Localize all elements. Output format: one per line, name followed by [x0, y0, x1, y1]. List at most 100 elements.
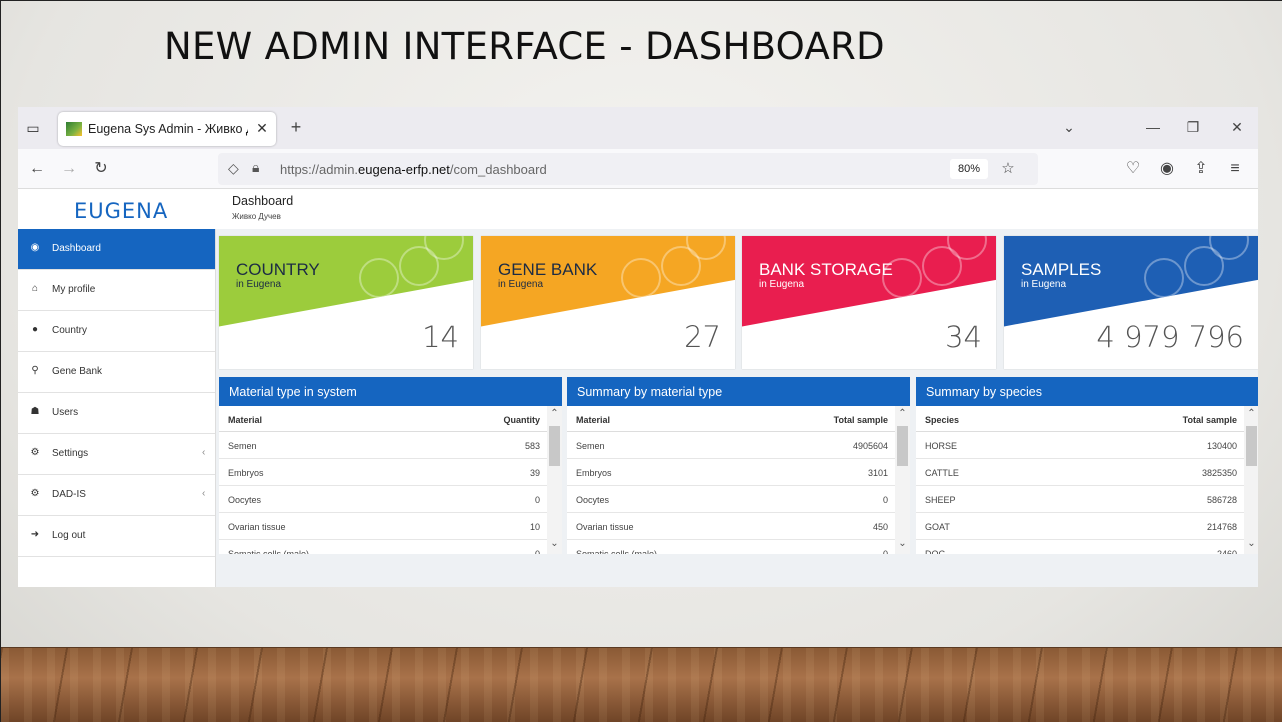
sidebar-item-label: Users: [52, 407, 79, 418]
scrollbar[interactable]: ⌃ ⌄: [547, 406, 562, 554]
chevron-down-icon[interactable]: ⌄: [1058, 117, 1080, 137]
stat-card-bank-storage[interactable]: BANK STORAGE in Eugena 34: [742, 236, 996, 369]
browser-window: ▭ Eugena Sys Admin - Живко Ду ✕ + ⌄ — ❐ …: [18, 107, 1258, 587]
zoom-level[interactable]: 80%: [950, 159, 988, 179]
table-cell: Semen: [228, 441, 257, 451]
table-body[interactable]: Material Quantity Semen 583 Embryos 39 Oocytes…: [219, 406, 562, 554]
chevron-up-icon[interactable]: ⌃: [1244, 408, 1258, 422]
table-body[interactable]: Species Total sample HORSE 130400 CATTLE 3825…: [916, 406, 1258, 554]
table-row[interactable]: GOAT 214768: [916, 513, 1258, 540]
table-cell: Oocytes: [576, 495, 610, 505]
table-cell: 10: [529, 522, 540, 532]
stat-card-gene-bank[interactable]: GENE BANK in Eugena 27: [481, 236, 735, 369]
column-header[interactable]: Total sample: [1183, 415, 1237, 425]
column-header[interactable]: Species: [925, 415, 959, 425]
gears-icon: ⚙: [30, 488, 40, 499]
close-window-icon[interactable]: ✕: [1226, 117, 1248, 137]
column-header[interactable]: Total sample: [834, 415, 888, 425]
forward-icon[interactable]: →: [58, 158, 80, 180]
logout-icon: ➜: [30, 529, 40, 540]
table-row[interactable]: Oocytes 0: [219, 486, 562, 513]
scroll-thumb[interactable]: [549, 426, 560, 466]
new-tab-icon[interactable]: +: [286, 117, 306, 137]
card-value: 14: [422, 320, 459, 354]
table-row[interactable]: Embryos 3101: [567, 459, 910, 486]
reload-icon[interactable]: ↻: [90, 158, 112, 180]
table-cell: Oocytes: [228, 495, 262, 505]
sidebar-item-gene-bank[interactable]: ⚲ Gene Bank: [18, 352, 215, 393]
chevron-down-icon[interactable]: ⌄: [1244, 538, 1258, 552]
chevron-down-icon[interactable]: ⌄: [895, 538, 910, 552]
table-row[interactable]: HORSE 130400: [916, 432, 1258, 459]
tab-title: Eugena Sys Admin - Живко Ду: [88, 122, 248, 136]
stat-card-samples[interactable]: SAMPLES in Eugena 4 979 796: [1004, 236, 1258, 369]
scrollbar[interactable]: ⌃ ⌄: [895, 406, 910, 554]
lock-icon: ⌂: [31, 283, 39, 294]
sidebar-item-country[interactable]: ● Country: [18, 311, 215, 352]
back-icon[interactable]: ←: [26, 158, 48, 180]
minimize-icon[interactable]: —: [1142, 117, 1164, 137]
sidebar-item-settings[interactable]: ⚙ Settings ‹: [18, 434, 215, 475]
table-row[interactable]: CATTLE 3825350: [916, 459, 1258, 486]
menu-icon[interactable]: ≡: [1224, 158, 1246, 180]
card-subtitle: in Eugena: [1021, 279, 1067, 290]
sidebar-item-dad-is[interactable]: ⚙ DAD-IS ‹: [18, 475, 215, 516]
column-header[interactable]: Quantity: [503, 415, 540, 425]
table-row[interactable]: DOG 2460: [916, 540, 1258, 554]
table-row[interactable]: Ovarian tissue 10: [219, 513, 562, 540]
chevron-up-icon[interactable]: ⌃: [547, 408, 562, 422]
table-row[interactable]: Oocytes 0: [567, 486, 910, 513]
sidebar-item-users[interactable]: ☗ Users: [18, 393, 215, 434]
hexagon-decoration-icon: [1144, 258, 1184, 298]
navigation-bar: ← → ↻ ◇ 🔒︎ https://admin.eugena-erfp.net…: [18, 149, 1258, 189]
card-value: 34: [945, 320, 982, 354]
table-cell: Ovarian tissue: [576, 522, 634, 532]
scroll-thumb[interactable]: [897, 426, 908, 466]
table-cell: Ovarian tissue: [228, 522, 286, 532]
browser-tab[interactable]: Eugena Sys Admin - Живко Ду ✕: [58, 112, 276, 146]
account-icon[interactable]: ◉: [1156, 158, 1178, 180]
table-cell: 450: [872, 522, 888, 532]
table-row[interactable]: SHEEP 586728: [916, 486, 1258, 513]
table-row[interactable]: Somatic cells (male) 0: [567, 540, 910, 554]
share-icon[interactable]: ⇪: [1190, 158, 1212, 180]
table-row[interactable]: Somatic cells (male) 0: [219, 540, 562, 554]
close-tab-icon[interactable]: ✕: [254, 120, 270, 138]
chevron-left-icon: ‹: [202, 447, 206, 458]
sidebar-item-label: Settings: [52, 448, 89, 459]
table-row[interactable]: Embryos 39: [219, 459, 562, 486]
column-header[interactable]: Material: [228, 415, 262, 425]
pocket-icon[interactable]: ♡: [1122, 158, 1144, 180]
sidebar-item-label: My profile: [52, 284, 96, 295]
scroll-thumb[interactable]: [1246, 426, 1257, 466]
table-row[interactable]: Semen 583: [219, 432, 562, 459]
lock-icon[interactable]: 🔒︎: [252, 159, 268, 177]
chevron-up-icon[interactable]: ⌃: [895, 408, 910, 422]
table-row[interactable]: Semen 4905604: [567, 432, 910, 459]
bookmark-star-icon[interactable]: ☆: [998, 159, 1018, 179]
stat-card-country[interactable]: COUNTRY in Eugena 14: [219, 236, 473, 369]
url-text[interactable]: https://admin.eugena-erfp.net/com_dashbo…: [280, 162, 780, 178]
address-bar[interactable]: ◇ 🔒︎ https://admin.eugena-erfp.net/com_d…: [218, 153, 1038, 185]
table-body[interactable]: Material Total sample Semen 4905604 Embryos 3…: [567, 406, 910, 554]
chevron-down-icon[interactable]: ⌄: [547, 538, 562, 552]
table-cell: 130400: [1206, 441, 1237, 451]
table-panel-material-type-in-system: Material type in system Material Quantity S…: [219, 377, 562, 554]
table-row[interactable]: Ovarian tissue 450: [567, 513, 910, 540]
hexagon-decoration-icon: [621, 258, 661, 298]
page-title: Dashboard: [232, 194, 294, 208]
sidebar-item-dashboard[interactable]: ◉ Dashboard: [18, 229, 215, 270]
sidebar-item-log-out[interactable]: ➜ Log out: [18, 516, 215, 557]
scrollbar[interactable]: ⌃ ⌄: [1244, 406, 1258, 554]
tab-list-icon[interactable]: ▭: [24, 119, 42, 137]
table-cell: 3825350: [1201, 468, 1237, 478]
table-cell: 214768: [1206, 522, 1237, 532]
table-cell: HORSE: [925, 441, 958, 451]
restore-icon[interactable]: ❐: [1182, 117, 1204, 137]
app-logo[interactable]: EUGENA: [74, 199, 174, 223]
column-header[interactable]: Material: [576, 415, 610, 425]
shield-icon[interactable]: ◇: [228, 160, 244, 178]
card-subtitle: in Eugena: [236, 279, 282, 290]
sidebar-item-my-profile[interactable]: ⌂ My profile: [18, 270, 215, 311]
chevron-left-icon: ‹: [202, 488, 206, 499]
